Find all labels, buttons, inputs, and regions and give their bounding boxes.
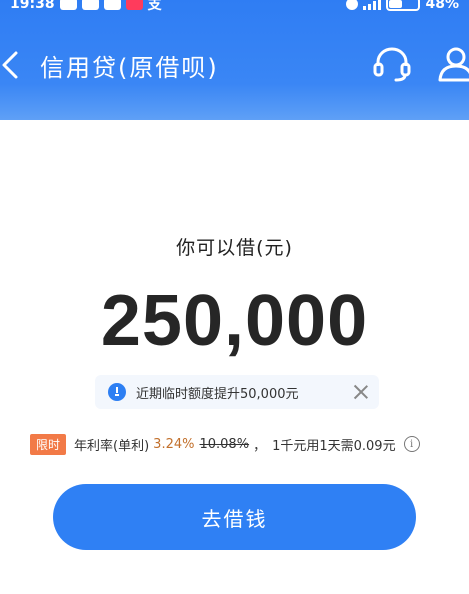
chevron-left-icon <box>2 51 18 79</box>
rate-separator: ， <box>253 438 267 454</box>
borrow-button[interactable]: 去借钱 <box>53 484 416 550</box>
notification-app-icon <box>125 0 143 10</box>
interest-rate-row: 限时 年利率(单利) 3.24% 10.08% ， 1千元用1天需0.09元 i <box>30 433 450 455</box>
page-title: 信用贷(原借呗) <box>40 54 219 82</box>
profile-button[interactable] <box>436 46 469 82</box>
daily-cost: 1千元用1天需0.09元 <box>272 438 396 454</box>
status-left: 19:38 支 <box>10 0 162 14</box>
alarm-icon <box>346 0 359 10</box>
close-icon[interactable] <box>353 384 369 400</box>
original-rate: 10.08% <box>199 436 250 452</box>
current-rate: 3.24% <box>153 436 195 452</box>
nav-bar: 信用贷(原借呗) <box>0 36 469 92</box>
app-header: 19:38 支 48% 信用贷(原借呗) <box>0 0 469 120</box>
main-content: 你可以借(元) 250,000 近期临时额度提升50,000元 限时 年利率(单… <box>0 120 469 594</box>
available-amount: 250,000 <box>100 281 369 361</box>
customer-service-button[interactable] <box>372 46 412 82</box>
back-button[interactable] <box>0 50 24 80</box>
amount-label: 你可以借(元) <box>176 237 293 259</box>
status-right: 48% <box>346 0 459 14</box>
rate-label: 年利率(单利) <box>74 438 150 454</box>
notification-app-icon <box>103 0 121 10</box>
headset-icon <box>373 47 411 82</box>
signal-icon <box>363 0 382 10</box>
user-icon <box>438 47 469 82</box>
status-bar: 19:38 支 48% <box>0 0 469 14</box>
battery-icon <box>386 0 421 11</box>
info-circle-icon <box>108 383 126 401</box>
limited-time-badge: 限时 <box>30 433 67 455</box>
quota-notice[interactable]: 近期临时额度提升50,000元 <box>95 375 379 409</box>
notification-app-icon <box>81 0 99 10</box>
notification-app-icon <box>59 0 77 10</box>
status-time: 19:38 <box>10 0 55 12</box>
notice-text: 近期临时额度提升50,000元 <box>136 386 299 402</box>
info-icon[interactable]: i <box>403 436 420 452</box>
battery-percent: 48% <box>425 0 459 12</box>
notification-glyph: 支 <box>147 0 162 13</box>
